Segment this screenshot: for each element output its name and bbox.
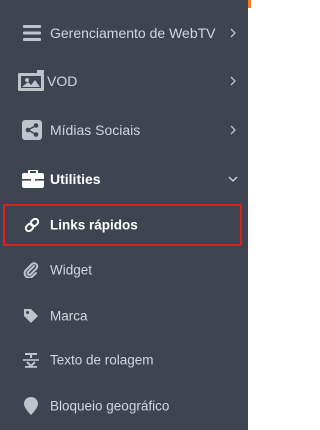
sidebar-subitem-geo-block[interactable]: Bloqueio geográfico — [0, 386, 248, 426]
sidebar-item-label: Gerenciamento de WebTV — [50, 25, 216, 41]
sidebar-subitem-widget[interactable]: Widget — [0, 250, 248, 290]
sidebar-subitem-quick-links[interactable]: Links rápidos — [3, 204, 242, 246]
chevron-right-icon — [228, 28, 238, 38]
sidebar-item-utilities[interactable]: Utilities — [0, 159, 248, 199]
text-scroll-icon — [22, 351, 40, 369]
sidebar-subitem-label: Marca — [50, 308, 88, 324]
sidebar-subitem-label: Links rápidos — [50, 217, 138, 233]
tag-icon — [22, 307, 40, 325]
sidebar-item-webtv-management[interactable]: Gerenciamento de WebTV — [0, 13, 248, 53]
sidebar-subitem-brand[interactable]: Marca — [0, 296, 248, 336]
sidebar-subitem-label: Texto de rolagem — [50, 352, 154, 368]
paperclip-icon — [22, 261, 40, 279]
chevron-right-icon — [228, 125, 238, 135]
sidebar-subitem-label: Widget — [50, 262, 93, 278]
chevron-right-icon — [228, 76, 238, 86]
media-library-icon — [17, 70, 45, 91]
sidebar-item-label: Mídias Sociais — [50, 122, 141, 138]
menu-bars-icon — [22, 23, 42, 43]
content-edge — [248, 0, 253, 430]
map-pin-icon — [22, 397, 40, 415]
sidebar: Gerenciamento de WebTV VOD Mídias Sociai… — [0, 0, 248, 430]
sidebar-item-label: Utilities — [50, 171, 101, 187]
toolbox-icon — [22, 169, 44, 189]
sidebar-item-label: VOD — [47, 73, 78, 89]
sidebar-subitem-label: Bloqueio geográfico — [50, 398, 170, 414]
share-icon — [22, 120, 42, 140]
accent-mark — [248, 0, 251, 8]
sidebar-subitem-scrolling-text[interactable]: Texto de rolagem — [0, 340, 248, 380]
sidebar-item-social-media[interactable]: Mídias Sociais — [0, 110, 248, 150]
chevron-down-icon — [228, 174, 238, 184]
link-icon — [23, 216, 41, 234]
sidebar-item-vod[interactable]: VOD — [0, 61, 248, 101]
